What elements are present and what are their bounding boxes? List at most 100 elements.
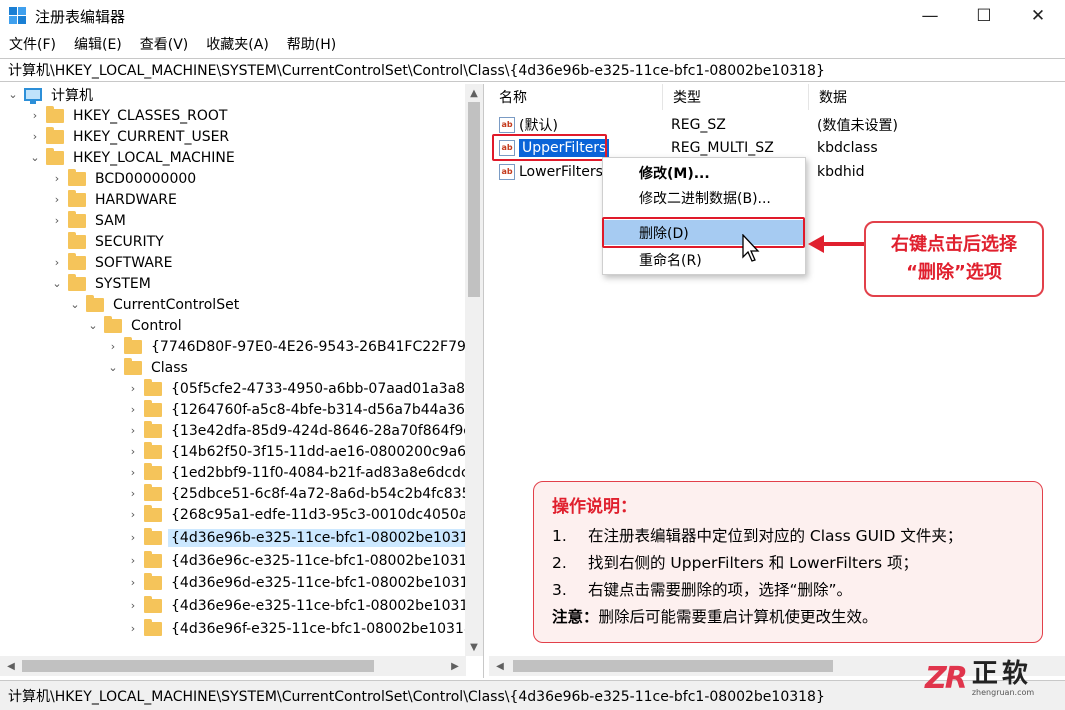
- menu-item-modify-binary[interactable]: 修改二进制数据(B)...: [603, 185, 805, 210]
- tree-item-class-guid[interactable]: › {268c95a1-edfe-11d3-95c3-0010dc4050a5}: [126, 504, 483, 525]
- scroll-right-icon[interactable]: ▶: [446, 657, 464, 675]
- status-bar: 计算机\HKEY_LOCAL_MACHINE\SYSTEM\CurrentCon…: [0, 680, 1065, 710]
- chevron-right-icon[interactable]: ›: [126, 441, 140, 462]
- tree-item-class-guid[interactable]: › {4d36e96d-e325-11ce-bfc1-08002be10318}: [126, 572, 483, 593]
- chevron-right-icon[interactable]: ›: [50, 168, 64, 189]
- tree-item-currentcontrolset[interactable]: ⌄ CurrentControlSet: [68, 294, 242, 315]
- tree-item-hkcu[interactable]: › HKEY_CURRENT_USER: [28, 126, 232, 147]
- tree-item-security[interactable]: SECURITY: [50, 231, 167, 252]
- tree-vertical-scrollbar[interactable]: ▲ ▼: [465, 84, 483, 656]
- tree-item-hklm[interactable]: ⌄ HKEY_LOCAL_MACHINE: [28, 147, 238, 168]
- tree-label: CurrentControlSet: [113, 296, 240, 313]
- tree-item-class-guid[interactable]: › {4d36e96c-e325-11ce-bfc1-08002be10318}: [126, 550, 483, 571]
- chevron-right-icon[interactable]: ›: [28, 126, 42, 147]
- chevron-right-icon[interactable]: ›: [126, 595, 140, 616]
- tree-item-class-guid[interactable]: › {1ed2bbf9-11f0-4084-b21f-ad83a8e6dcdc}: [126, 462, 481, 483]
- tree-item-class-guid[interactable]: › {25dbce51-6c8f-4a72-8a6d-b54c2b4fc835}: [126, 483, 482, 504]
- tree-item-system[interactable]: ⌄ SYSTEM: [50, 273, 154, 294]
- menu-file[interactable]: 文件(F): [0, 34, 65, 54]
- value-row[interactable]: ab (默认) REG_SZ (数值未设置): [489, 113, 1065, 136]
- chevron-down-icon[interactable]: ⌄: [68, 294, 82, 315]
- chevron-right-icon[interactable]: ›: [50, 252, 64, 273]
- chevron-down-icon[interactable]: ⌄: [86, 315, 100, 336]
- chevron-down-icon[interactable]: ⌄: [106, 357, 120, 378]
- menu-item-modify[interactable]: 修改(M)...: [603, 160, 805, 185]
- tree-horizontal-scrollbar[interactable]: ◀ ▶: [0, 656, 466, 676]
- instruction-step: 2. 找到右侧的 UpperFilters 和 LowerFilters 项；: [552, 550, 1024, 577]
- window-controls: — ☐ ✕: [903, 0, 1065, 32]
- chevron-right-icon[interactable]: ›: [126, 399, 140, 420]
- tree-item-class-guid[interactable]: › {4d36e96e-e325-11ce-bfc1-08002be10318}: [126, 595, 483, 616]
- tree-item-class-guid[interactable]: › {1264760f-a5c8-4bfe-b314-d56a7b44a362}: [126, 399, 483, 420]
- callout-line: “删除”选项: [906, 262, 1002, 283]
- minimize-button[interactable]: —: [903, 0, 957, 32]
- menu-view[interactable]: 查看(V): [131, 34, 198, 54]
- chevron-down-icon[interactable]: ⌄: [6, 84, 20, 105]
- note-text: 删除后可能需要重启计算机使更改生效。: [598, 608, 878, 626]
- chevron-right-icon[interactable]: ›: [126, 378, 140, 399]
- chevron-right-icon[interactable]: ›: [126, 420, 140, 441]
- tree-item-computer[interactable]: ⌄ 计算机: [6, 84, 96, 105]
- callout-line: 右键点击后选择: [891, 234, 1017, 255]
- column-header-name[interactable]: 名称: [489, 84, 663, 110]
- chevron-right-icon[interactable]: ›: [28, 105, 42, 126]
- scroll-thumb[interactable]: [468, 102, 480, 297]
- address-bar[interactable]: 计算机\HKEY_LOCAL_MACHINE\SYSTEM\CurrentCon…: [0, 58, 1065, 82]
- chevron-right-icon[interactable]: ›: [126, 527, 140, 548]
- tree-item-software[interactable]: › SOFTWARE: [50, 252, 176, 273]
- tree-label: SECURITY: [95, 233, 164, 250]
- maximize-button[interactable]: ☐: [957, 0, 1011, 32]
- folder-icon: [68, 273, 86, 291]
- tree-label: HKEY_CURRENT_USER: [73, 128, 230, 145]
- tree-item-class-guid[interactable]: › {05f5cfe2-4733-4950-a6bb-07aad01a3a84}: [126, 378, 483, 399]
- tree-item-bcd[interactable]: › BCD00000000: [50, 168, 199, 189]
- close-button[interactable]: ✕: [1011, 0, 1065, 32]
- chevron-right-icon[interactable]: ›: [126, 504, 140, 525]
- value-data: kbdclass: [817, 139, 878, 156]
- no-chevron: [50, 231, 64, 252]
- tree-label: {1ed2bbf9-11f0-4084-b21f-ad83a8e6dcdc}: [171, 464, 478, 481]
- scroll-thumb[interactable]: [513, 660, 833, 672]
- value-name: (默认): [519, 117, 558, 134]
- folder-icon: [144, 441, 162, 459]
- tree-item-class-guid[interactable]: › {13e42dfa-85d9-424d-8646-28a70f864f9c}: [126, 420, 483, 441]
- tree-item-class[interactable]: ⌄ Class: [106, 357, 191, 378]
- instructions-title: 操作说明：: [552, 497, 637, 517]
- chevron-right-icon[interactable]: ›: [106, 336, 120, 357]
- menu-help[interactable]: 帮助(H): [278, 34, 345, 54]
- tree-item-hardware[interactable]: › HARDWARE: [50, 189, 180, 210]
- tree-item-sam[interactable]: › SAM: [50, 210, 129, 231]
- folder-icon: [144, 618, 162, 636]
- tree-item-class-guid[interactable]: › {14b62f50-3f15-11dd-ae16-0800200c9a66}: [126, 441, 483, 462]
- scroll-left-icon[interactable]: ◀: [491, 657, 509, 675]
- tree-label: HKEY_LOCAL_MACHINE: [73, 149, 235, 166]
- tree-label: HARDWARE: [95, 191, 177, 208]
- chevron-right-icon[interactable]: ›: [50, 210, 64, 231]
- menu-edit[interactable]: 编辑(E): [65, 34, 131, 54]
- menu-item-rename[interactable]: 重命名(R): [603, 247, 805, 272]
- tree-item-control[interactable]: ⌄ Control: [86, 315, 185, 336]
- chevron-right-icon[interactable]: ›: [50, 189, 64, 210]
- key-tree-pane: ⌄ 计算机 › HKEY_CLASSES_ROOT › HKEY_CURRENT…: [0, 84, 484, 678]
- chevron-right-icon[interactable]: ›: [126, 483, 140, 504]
- tree-item-class-guid-selected[interactable]: › {4d36e96b-e325-11ce-bfc1-08002be10318}: [126, 527, 483, 548]
- mouse-cursor-icon: [742, 234, 760, 262]
- menu-favorites[interactable]: 收藏夹(A): [197, 34, 278, 54]
- tree-item-hkcr[interactable]: › HKEY_CLASSES_ROOT: [28, 105, 230, 126]
- scroll-up-icon[interactable]: ▲: [465, 84, 483, 102]
- chevron-right-icon[interactable]: ›: [126, 618, 140, 639]
- chevron-right-icon[interactable]: ›: [126, 462, 140, 483]
- tree-item-control-guid[interactable]: › {7746D80F-97E0-4E26-9543-26B41FC22F79}: [106, 336, 478, 357]
- scroll-down-icon[interactable]: ▼: [465, 638, 483, 656]
- tree-item-class-guid[interactable]: › {4d36e96f-e325-11ce-bfc1-08002be10318}: [126, 618, 483, 639]
- chevron-right-icon[interactable]: ›: [126, 550, 140, 571]
- scroll-thumb[interactable]: [22, 660, 374, 672]
- chevron-right-icon[interactable]: ›: [126, 572, 140, 593]
- tree-label: SYSTEM: [95, 275, 151, 292]
- scroll-left-icon[interactable]: ◀: [2, 657, 20, 675]
- chevron-down-icon[interactable]: ⌄: [28, 147, 42, 168]
- tree-label: {25dbce51-6c8f-4a72-8a6d-b54c2b4fc835}: [171, 485, 480, 502]
- column-header-type[interactable]: 类型: [663, 84, 809, 110]
- column-header-data[interactable]: 数据: [809, 84, 1065, 110]
- chevron-down-icon[interactable]: ⌄: [50, 273, 64, 294]
